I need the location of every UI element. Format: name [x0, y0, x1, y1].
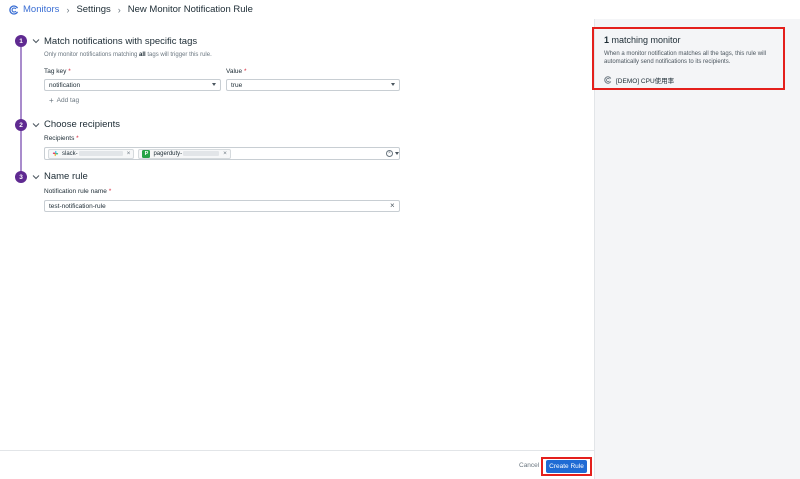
tag-value-label-text: Value: [226, 68, 243, 75]
step-3-title[interactable]: Name rule: [44, 171, 88, 182]
caret-down-icon[interactable]: [395, 152, 399, 155]
page-title: New Monitor Notification Rule: [127, 4, 253, 15]
redacted-text: [78, 151, 123, 156]
recipients-input[interactable]: slack- × P pagerduty- × ×: [44, 147, 400, 160]
required-mark: *: [68, 68, 71, 75]
step-connector: [20, 131, 22, 176]
recipients-label: Recipients *: [44, 135, 79, 142]
chevron-right-icon: ›: [66, 4, 70, 15]
rule-name-label-text: Notification rule name: [44, 188, 107, 195]
matching-panel-highlight: [592, 27, 785, 90]
helper-suffix: tags will trigger this rule.: [145, 52, 212, 58]
tag-value-select[interactable]: true: [226, 79, 400, 91]
plus-icon: +: [49, 96, 54, 105]
recipient-chip-slack: slack- ×: [48, 148, 135, 159]
required-mark: *: [76, 135, 79, 142]
required-mark: *: [108, 188, 112, 195]
recipient-chip-label: pagerduty-: [153, 150, 183, 157]
caret-down-icon: [391, 83, 395, 86]
required-mark: *: [243, 68, 247, 75]
tag-key-value: notification: [49, 81, 81, 89]
slack-icon: [52, 150, 59, 157]
recipients-label-text: Recipients: [44, 135, 75, 142]
form-footer: Cancel Create Rule: [0, 450, 594, 479]
helper-prefix: Only monitor notifications matching: [44, 52, 140, 58]
recipient-chip-label: slack-: [62, 150, 78, 157]
rule-form: 1 Match notifications with specific tags…: [0, 19, 594, 450]
rule-name-label: Notification rule name *: [44, 188, 111, 195]
breadcrumb: Monitors › Settings › New Monitor Notifi…: [0, 0, 800, 19]
caret-down-icon: [212, 83, 216, 86]
step-2-badge: 2: [15, 119, 27, 131]
tag-key-select[interactable]: notification: [44, 79, 221, 91]
add-tag-button[interactable]: + Add tag: [49, 96, 79, 105]
rule-name-input[interactable]: test-notification-rule ×: [44, 200, 400, 212]
recipient-chip-pagerduty: P pagerduty- ×: [138, 148, 231, 159]
cancel-button[interactable]: Cancel: [519, 462, 539, 469]
tags-helper-text: Only monitor notifications matching all …: [44, 52, 212, 58]
rule-name-value: test-notification-rule: [49, 202, 106, 210]
create-rule-highlight: [541, 457, 592, 476]
monitors-logo-icon: [9, 4, 19, 15]
breadcrumb-monitors-link[interactable]: Monitors: [23, 4, 59, 15]
clear-all-icon[interactable]: ×: [386, 150, 393, 157]
clear-input-icon[interactable]: ×: [390, 201, 395, 210]
step-1-title[interactable]: Match notifications with specific tags: [44, 36, 197, 47]
chevron-down-icon[interactable]: [32, 37, 40, 45]
step-1-badge: 1: [15, 35, 27, 47]
chevron-down-icon[interactable]: [32, 173, 40, 181]
breadcrumb-settings-link[interactable]: Settings: [76, 4, 110, 15]
pagerduty-icon: P: [142, 149, 151, 158]
step-3-badge: 3: [15, 171, 27, 183]
remove-chip-icon[interactable]: ×: [223, 150, 227, 157]
tag-key-label: Tag key *: [44, 68, 71, 75]
tag-value-label: Value *: [226, 68, 247, 75]
remove-chip-icon[interactable]: ×: [127, 150, 131, 157]
tag-value-value: true: [231, 81, 243, 89]
add-tag-label: Add tag: [56, 97, 80, 104]
redacted-text: [183, 151, 220, 156]
step-2-title[interactable]: Choose recipients: [44, 119, 120, 130]
tag-key-label-text: Tag key: [44, 68, 67, 75]
helper-bold: all: [139, 52, 146, 58]
chevron-down-icon[interactable]: [32, 121, 40, 129]
chevron-right-icon: ›: [117, 4, 121, 15]
